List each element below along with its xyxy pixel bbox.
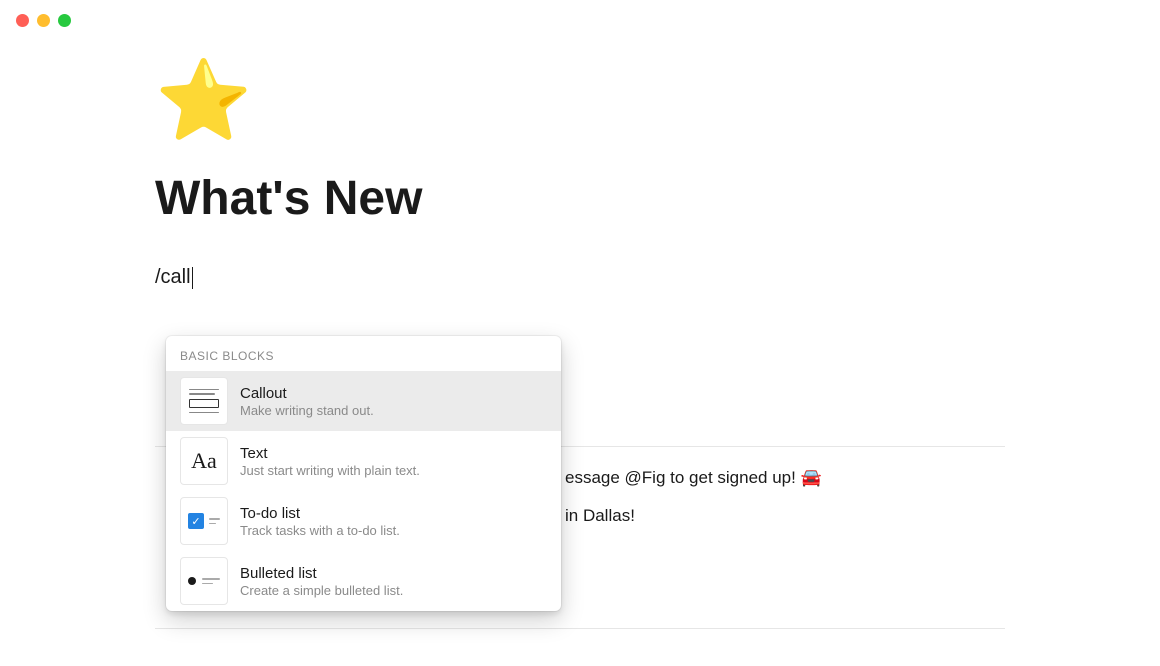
text-cursor bbox=[192, 267, 194, 289]
menu-item-title: To-do list bbox=[240, 505, 400, 522]
slash-command-text: /call bbox=[155, 266, 191, 289]
menu-item-bulleted-list[interactable]: Bulleted list Create a simple bulleted l… bbox=[166, 551, 561, 611]
menu-item-callout[interactable]: Callout Make writing stand out. bbox=[166, 371, 561, 431]
menu-item-title: Callout bbox=[240, 385, 374, 402]
block-type-menu: BASIC BLOCKS Callout Make writing stand … bbox=[166, 336, 561, 611]
menu-item-description: Make writing stand out. bbox=[240, 403, 374, 418]
window-close-button[interactable] bbox=[16, 14, 29, 27]
page-content: ⭐ What's New /call bbox=[0, 41, 1160, 289]
todo-icon: ✓ bbox=[180, 497, 228, 545]
menu-item-title: Text bbox=[240, 445, 420, 462]
menu-item-text[interactable]: Aa Text Just start writing with plain te… bbox=[166, 431, 561, 491]
window-minimize-button[interactable] bbox=[37, 14, 50, 27]
menu-section-header: BASIC BLOCKS bbox=[166, 336, 561, 371]
window-maximize-button[interactable] bbox=[58, 14, 71, 27]
menu-item-description: Create a simple bulleted list. bbox=[240, 583, 403, 598]
page-title[interactable]: What's New bbox=[155, 171, 1005, 226]
divider bbox=[155, 628, 1005, 629]
callout-icon bbox=[180, 377, 228, 425]
page-icon[interactable]: ⭐ bbox=[155, 61, 1005, 139]
menu-item-description: Track tasks with a to-do list. bbox=[240, 523, 400, 538]
menu-item-todo[interactable]: ✓ To-do list Track tasks with a to-do li… bbox=[166, 491, 561, 551]
menu-item-description: Just start writing with plain text. bbox=[240, 463, 420, 478]
menu-item-title: Bulleted list bbox=[240, 565, 403, 582]
text-icon: Aa bbox=[180, 437, 228, 485]
bullet-icon bbox=[180, 557, 228, 605]
window-controls bbox=[0, 0, 1160, 41]
slash-command-input[interactable]: /call bbox=[155, 266, 1005, 289]
